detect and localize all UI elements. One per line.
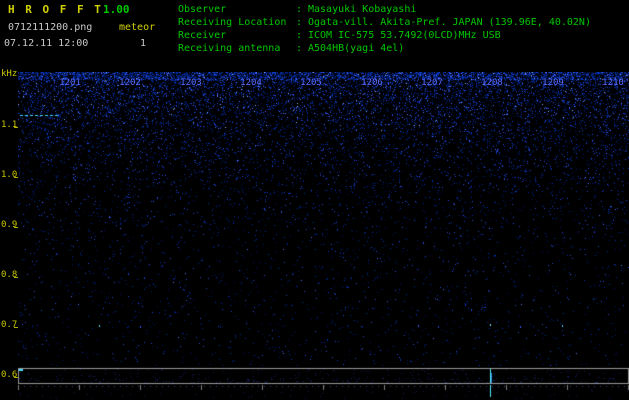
y-tick-mark	[14, 327, 18, 328]
info-label: Receiver	[178, 30, 227, 41]
app-version: 1.00	[103, 3, 130, 16]
hrofft-app-window: H R O F F T 1.00 0712111200.png meteor 0…	[0, 0, 629, 400]
y-tick-mark	[14, 177, 18, 178]
time-tick-label: 1207	[421, 78, 443, 88]
info-value: ICOM IC-575 53.7492(0LCD)MHz USB	[308, 30, 501, 41]
info-row-observer: Observer : Masayuki Kobayashi	[178, 3, 591, 16]
time-tick-label: 1203	[180, 78, 202, 88]
time-tick-label: 1201	[59, 78, 81, 88]
time-tick-label: 1206	[361, 78, 383, 88]
time-tick-label: 1208	[481, 78, 503, 88]
station-info-block: Observer : Masayuki Kobayashi Receiving …	[178, 3, 591, 55]
mode-label: meteor	[119, 22, 156, 33]
time-tick-label: 1202	[119, 78, 141, 88]
info-row-receiving-location: Receiving Location : Ogata-vill. Akita-P…	[178, 16, 591, 29]
y-tick-label: 0.7	[1, 320, 18, 330]
info-label: Observer	[178, 4, 227, 15]
app-title: H R O F F T	[8, 3, 103, 16]
info-colon: :	[296, 43, 303, 54]
y-tick-label: 0.8	[1, 270, 18, 280]
info-label: Receiving antenna	[178, 43, 281, 54]
time-tick-label: 1205	[300, 78, 322, 88]
y-tick-mark	[14, 227, 18, 228]
info-label: Receiving Location	[178, 17, 287, 28]
info-row-receiving-antenna: Receiving antenna : A504HB(yagi 4el)	[178, 42, 591, 55]
info-value: A504HB(yagi 4el)	[308, 43, 405, 54]
y-tick-mark	[14, 277, 18, 278]
info-colon: :	[296, 4, 303, 15]
info-value: Masayuki Kobayashi	[308, 4, 417, 15]
spectrogram-canvas	[18, 72, 629, 366]
time-tick-label: 1204	[240, 78, 262, 88]
y-tick-mark	[14, 377, 18, 378]
y-tick-label: 0.9	[1, 220, 18, 230]
datetime-label: 07.12.11 12:00	[4, 38, 89, 49]
y-tick-label: 0.6	[1, 370, 18, 380]
info-colon: :	[296, 30, 303, 41]
info-row-receiver: Receiver : ICOM IC-575 53.7492(0LCD)MHz …	[178, 29, 591, 42]
y-tick-mark	[14, 127, 18, 128]
y-tick-label: 1.1	[1, 120, 18, 130]
output-filename: 0712111200.png	[8, 22, 93, 33]
time-tick-label: 1210	[602, 78, 624, 88]
info-value: Ogata-vill. Akita-Pref. JAPAN (139.96E, …	[308, 17, 591, 28]
meteor-count: 1	[140, 38, 147, 49]
signal-level-strip-canvas	[0, 366, 629, 400]
time-tick-label: 1209	[542, 78, 564, 88]
y-tick-label: 1.0	[1, 170, 18, 180]
info-colon: :	[296, 17, 303, 28]
y-axis-unit-label: kHz	[1, 69, 18, 79]
